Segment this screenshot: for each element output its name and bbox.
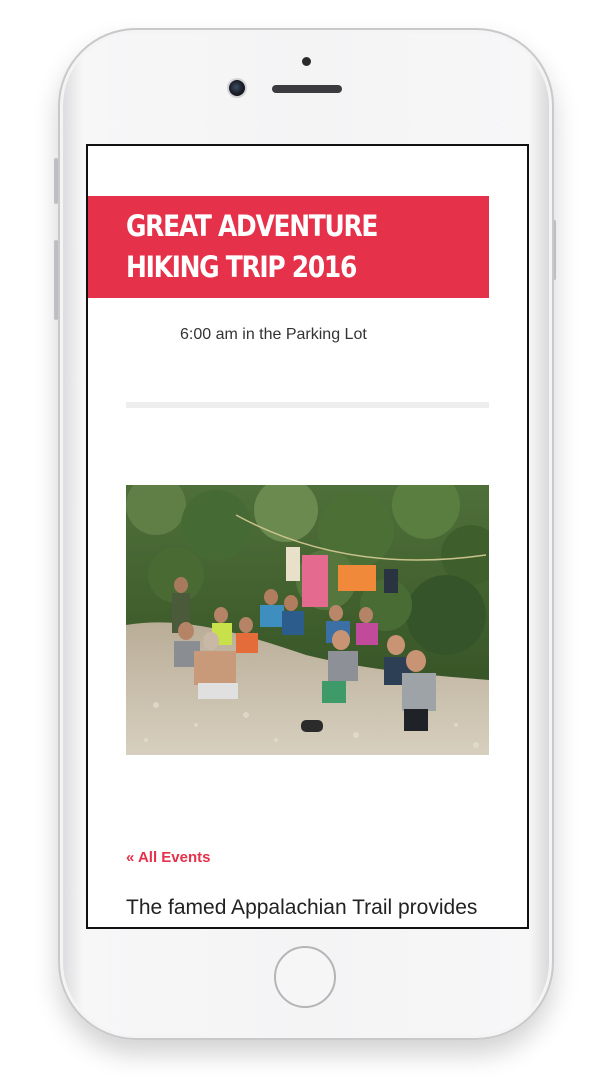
front-camera-icon xyxy=(229,80,245,96)
event-description: The famed Appalachian Trail provides xyxy=(126,896,478,919)
event-title: GREAT ADVENTURE HIKING TRIP 2016 xyxy=(126,209,378,284)
event-time-location: 6:00 am in the Parking Lot xyxy=(180,326,367,343)
home-button-icon[interactable] xyxy=(274,946,336,1008)
divider xyxy=(126,402,489,408)
device-mockup: GREAT ADVENTURE HIKING TRIP 2016 6:00 am… xyxy=(0,0,600,1081)
all-events-link[interactable]: « All Events xyxy=(126,849,210,866)
phone-screen: GREAT ADVENTURE HIKING TRIP 2016 6:00 am… xyxy=(86,144,529,929)
event-photo xyxy=(126,485,489,755)
hikers-photo-image xyxy=(126,485,489,755)
event-title-banner: GREAT ADVENTURE HIKING TRIP 2016 xyxy=(88,196,489,298)
earpiece-speaker xyxy=(272,85,342,93)
proximity-sensor xyxy=(302,57,311,66)
